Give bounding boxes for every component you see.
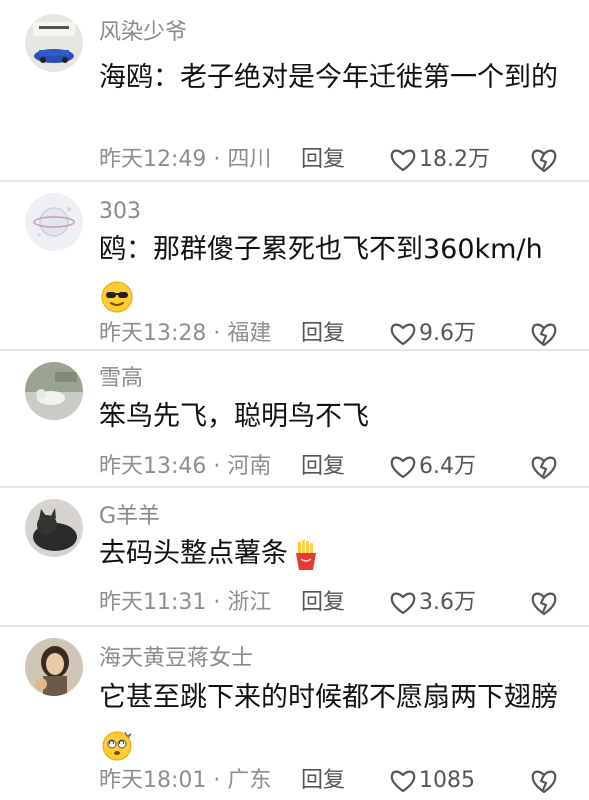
comment-item: 风染少爷 海鸥：老子绝对是今年迁徙第一个到的 昨天12:49 · 四川 回复 1… [0,0,589,182]
heart-icon [390,770,416,793]
username[interactable]: 海天黄豆蒋女士 [99,648,253,670]
broken-heart-icon [531,149,557,173]
heart-icon [390,456,416,479]
like-count: 9.6万 [419,321,476,346]
like-button[interactable]: 1085 [389,766,475,796]
comment-body: 去码头整点薯条 [99,538,288,569]
reply-button[interactable]: 回复 [301,145,345,175]
timestamp-location: 昨天11:31 · 浙江 [99,590,272,615]
timestamp-location: 昨天13:28 · 福建 [99,321,272,346]
comment-meta: 昨天13:46 · 河南 回复 6.4万 [99,452,589,482]
reply-button[interactable]: 回复 [301,319,345,349]
fries-emoji [290,539,322,571]
like-button[interactable]: 3.6万 [389,588,476,618]
comment-body: 海鸥：老子绝对是今年迁徙第一个到的 [99,62,558,93]
reply-button[interactable]: 回复 [301,766,345,796]
like-count: 6.4万 [419,454,476,479]
like-count: 3.6万 [419,590,476,615]
reply-button[interactable]: 回复 [301,588,345,618]
comment-body: 鸥：那群傻子累死也飞不到360km/h [99,234,543,265]
avatar[interactable] [25,362,83,420]
dislike-button[interactable] [529,320,559,348]
comment-meta: 昨天18:01 · 广东 回复 1085 [99,766,589,796]
broken-heart-icon [531,592,557,616]
avatar[interactable] [25,499,83,557]
broken-heart-icon [531,456,557,480]
dislike-button[interactable] [529,146,559,174]
comment-text: 去码头整点薯条 [99,531,559,577]
broken-heart-icon [531,770,557,794]
timestamp-location: 昨天18:01 · 广东 [99,768,272,793]
comment-item: 303 鸥：那群傻子累死也飞不到360km/h 昨天13:28 · 福建 回复 … [0,182,589,351]
like-count: 1085 [419,768,475,793]
comment-meta: 昨天13:28 · 福建 回复 9.6万 [99,319,589,349]
dislike-button[interactable] [529,589,559,617]
like-button[interactable]: 6.4万 [389,452,476,482]
comment-text: 海鸥：老子绝对是今年迁徙第一个到的 [99,55,559,101]
timestamp-location: 昨天13:46 · 河南 [99,454,272,479]
heart-icon [390,149,416,172]
comment-meta: 昨天11:31 · 浙江 回复 3.6万 [99,588,589,618]
username[interactable]: 雪高 [99,368,143,390]
dizzy-face-emoji [101,729,133,761]
dislike-button[interactable] [529,767,559,795]
dislike-button[interactable] [529,453,559,481]
comment-body: 笨鸟先飞，聪明鸟不飞 [99,401,369,432]
like-button[interactable]: 18.2万 [389,145,490,175]
username[interactable]: G羊羊 [99,506,160,528]
avatar[interactable] [25,638,83,696]
avatar[interactable] [25,14,83,72]
reply-button[interactable]: 回复 [301,452,345,482]
comment-text: 鸥：那群傻子累死也飞不到360km/h [99,227,559,319]
comment-text: 笨鸟先飞，聪明鸟不飞 [99,394,559,440]
like-count: 18.2万 [419,147,490,172]
username[interactable]: 303 [99,201,141,223]
broken-heart-icon [531,323,557,347]
comment-meta: 昨天12:49 · 四川 回复 18.2万 [99,145,589,175]
heart-icon [390,323,416,346]
comment-body: 它甚至跳下来的时候都不愿扇两下翅膀 [99,682,558,713]
comment-text: 它甚至跳下来的时候都不愿扇两下翅膀 [99,675,559,767]
timestamp-location: 昨天12:49 · 四川 [99,147,272,172]
like-button[interactable]: 9.6万 [389,319,476,349]
avatar[interactable] [25,193,83,251]
comment-item: 雪高 笨鸟先飞，聪明鸟不飞 昨天13:46 · 河南 回复 6.4万 [0,351,589,488]
username[interactable]: 风染少爷 [99,22,187,44]
sunglasses-emoji [101,281,133,313]
comment-item: 海天黄豆蒋女士 它甚至跳下来的时候都不愿扇两下翅膀 昨天18:01 · 广东 回… [0,627,589,800]
heart-icon [390,592,416,615]
comment-item: G羊羊 去码头整点薯条 昨天11:31 · 浙江 回复 3.6万 [0,488,589,627]
